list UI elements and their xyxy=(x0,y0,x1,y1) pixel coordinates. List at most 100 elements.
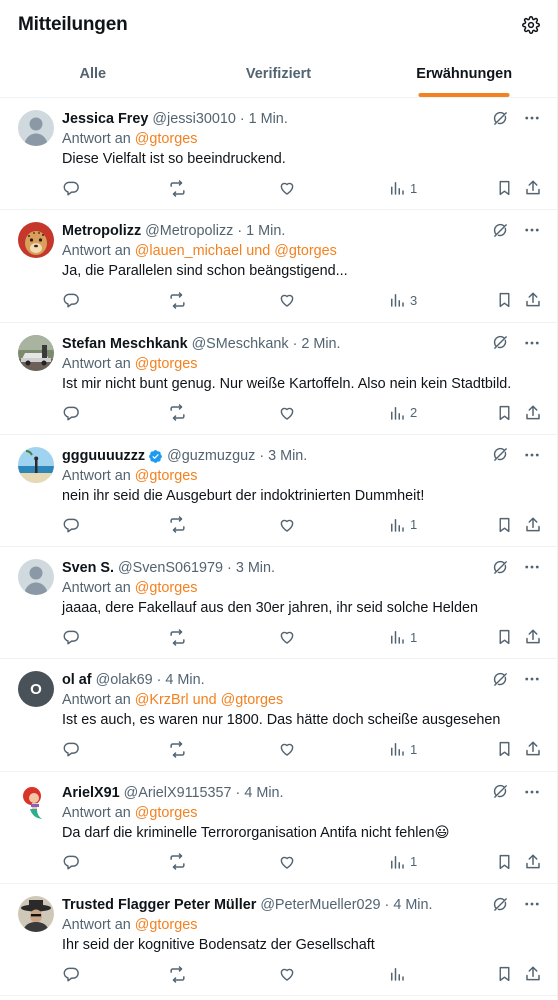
reply-to-link[interactable]: @gtorges xyxy=(135,580,198,596)
views-button[interactable]: 1 xyxy=(388,178,417,198)
reply-to-link[interactable]: @gtorges xyxy=(135,356,198,372)
views-button[interactable]: 3 xyxy=(388,290,417,310)
more-icon[interactable] xyxy=(522,894,542,914)
author-name[interactable]: Trusted Flagger Peter Müller xyxy=(62,896,256,914)
grok-icon[interactable] xyxy=(490,557,510,577)
repost-button[interactable] xyxy=(168,627,187,647)
reply-button[interactable] xyxy=(62,515,80,535)
more-icon[interactable] xyxy=(522,557,542,577)
reply-to-link[interactable]: @gtorges xyxy=(135,917,198,933)
tweet[interactable]: Sven S. @SvenS061979 · 3 Min. Antwort an… xyxy=(0,547,558,660)
tab-erwaehnungen[interactable]: Erwähnungen xyxy=(371,50,557,97)
bookmark-button[interactable] xyxy=(496,290,513,310)
views-button[interactable]: 1 xyxy=(388,852,417,872)
grok-icon[interactable] xyxy=(490,445,510,465)
like-button[interactable] xyxy=(278,178,296,198)
tab-alle[interactable]: Alle xyxy=(0,50,186,97)
more-icon[interactable] xyxy=(522,445,542,465)
views-button[interactable] xyxy=(388,964,410,984)
repost-button[interactable] xyxy=(168,403,187,423)
like-button[interactable] xyxy=(278,403,296,423)
reply-to-link[interactable]: @gtorges xyxy=(135,805,198,821)
avatar[interactable] xyxy=(18,110,54,146)
tweet[interactable]: Metropolizz @Metropolizz · 1 Min. Antwor… xyxy=(0,210,558,323)
avatar[interactable]: O xyxy=(18,671,54,708)
share-button[interactable] xyxy=(524,178,542,198)
bookmark-button[interactable] xyxy=(496,403,513,423)
reply-button[interactable] xyxy=(62,739,80,759)
reply-to-link[interactable]: @KrzBrl und @gtorges xyxy=(135,692,283,708)
like-button[interactable] xyxy=(278,627,296,647)
bookmark-button[interactable] xyxy=(496,739,513,759)
gear-icon[interactable] xyxy=(521,15,541,35)
tweet[interactable]: ggguuuuzzz @guzmuzguz · 3 Min. Antwort a… xyxy=(0,435,558,548)
repost-button[interactable] xyxy=(168,178,187,198)
avatar[interactable] xyxy=(18,334,54,371)
grok-icon[interactable] xyxy=(490,782,510,802)
like-button[interactable] xyxy=(278,515,296,535)
bookmark-button[interactable] xyxy=(496,627,513,647)
share-button[interactable] xyxy=(524,964,542,984)
more-icon[interactable] xyxy=(522,333,542,353)
reply-to-link[interactable]: @gtorges xyxy=(135,468,198,484)
reply-button[interactable] xyxy=(62,403,80,423)
tweet[interactable]: O ol af @olak69 · 4 Min. Antwort an @Krz… xyxy=(0,659,558,772)
grok-icon[interactable] xyxy=(490,220,510,240)
avatar[interactable] xyxy=(18,783,54,820)
bookmark-button[interactable] xyxy=(496,964,513,984)
author-name[interactable]: Jessica Frey xyxy=(62,110,148,128)
reply-to-link[interactable]: @gtorges xyxy=(135,131,198,147)
author-name[interactable]: Sven S. xyxy=(62,559,114,577)
avatar[interactable] xyxy=(18,559,54,596)
share-button[interactable] xyxy=(524,852,542,872)
share-button[interactable] xyxy=(524,515,542,535)
tweet[interactable]: ArielX91 @ArielX9115357 · 4 Min. Antwort… xyxy=(0,772,558,885)
views-button[interactable]: 2 xyxy=(388,403,417,423)
bookmark-button[interactable] xyxy=(496,852,513,872)
avatar[interactable] xyxy=(18,446,54,483)
like-button[interactable] xyxy=(278,739,296,759)
avatar[interactable] xyxy=(18,222,54,259)
author-name[interactable]: ArielX91 xyxy=(62,784,120,802)
tweet[interactable]: Stefan Meschkank @SMeschkank · 2 Min. An… xyxy=(0,323,558,435)
more-icon[interactable] xyxy=(522,220,542,240)
repost-button[interactable] xyxy=(168,515,187,535)
author-name[interactable]: Stefan Meschkank xyxy=(62,335,188,353)
reply-button[interactable] xyxy=(62,852,80,872)
like-button[interactable] xyxy=(278,290,296,310)
like-button[interactable] xyxy=(278,852,296,872)
author-name[interactable]: ggguuuuzzz xyxy=(62,447,145,465)
tab-verifiziert[interactable]: Verifiziert xyxy=(186,50,372,97)
reply-to-link[interactable]: @lauen_michael und @gtorges xyxy=(135,243,337,259)
grok-icon[interactable] xyxy=(490,669,510,689)
grok-icon[interactable] xyxy=(490,894,510,914)
tweet[interactable]: Jessica Frey @jessi30010 · 1 Min. Antwor… xyxy=(0,98,558,211)
reply-button[interactable] xyxy=(62,290,80,310)
share-button[interactable] xyxy=(524,290,542,310)
repost-button[interactable] xyxy=(168,739,187,759)
more-icon[interactable] xyxy=(522,669,542,689)
reply-button[interactable] xyxy=(62,627,80,647)
reply-button[interactable] xyxy=(62,964,80,984)
like-button[interactable] xyxy=(278,964,296,984)
more-icon[interactable] xyxy=(522,782,542,802)
grok-icon[interactable] xyxy=(490,333,510,353)
share-button[interactable] xyxy=(524,627,542,647)
author-name[interactable]: Metropolizz xyxy=(62,222,141,240)
bookmark-button[interactable] xyxy=(496,178,513,198)
views-button[interactable]: 1 xyxy=(388,515,417,535)
grok-icon[interactable] xyxy=(490,108,510,128)
views-button[interactable]: 1 xyxy=(388,739,417,759)
share-button[interactable] xyxy=(524,739,542,759)
repost-button[interactable] xyxy=(168,964,187,984)
tweet[interactable]: Trusted Flagger Peter Müller @PeterMuell… xyxy=(0,884,558,997)
more-icon[interactable] xyxy=(522,108,542,128)
views-button[interactable]: 1 xyxy=(388,627,417,647)
reply-button[interactable] xyxy=(62,178,80,198)
bookmark-button[interactable] xyxy=(496,515,513,535)
avatar[interactable] xyxy=(18,896,54,933)
author-name[interactable]: ol af xyxy=(62,671,92,689)
share-button[interactable] xyxy=(524,403,542,423)
repost-button[interactable] xyxy=(168,852,187,872)
repost-button[interactable] xyxy=(168,290,187,310)
